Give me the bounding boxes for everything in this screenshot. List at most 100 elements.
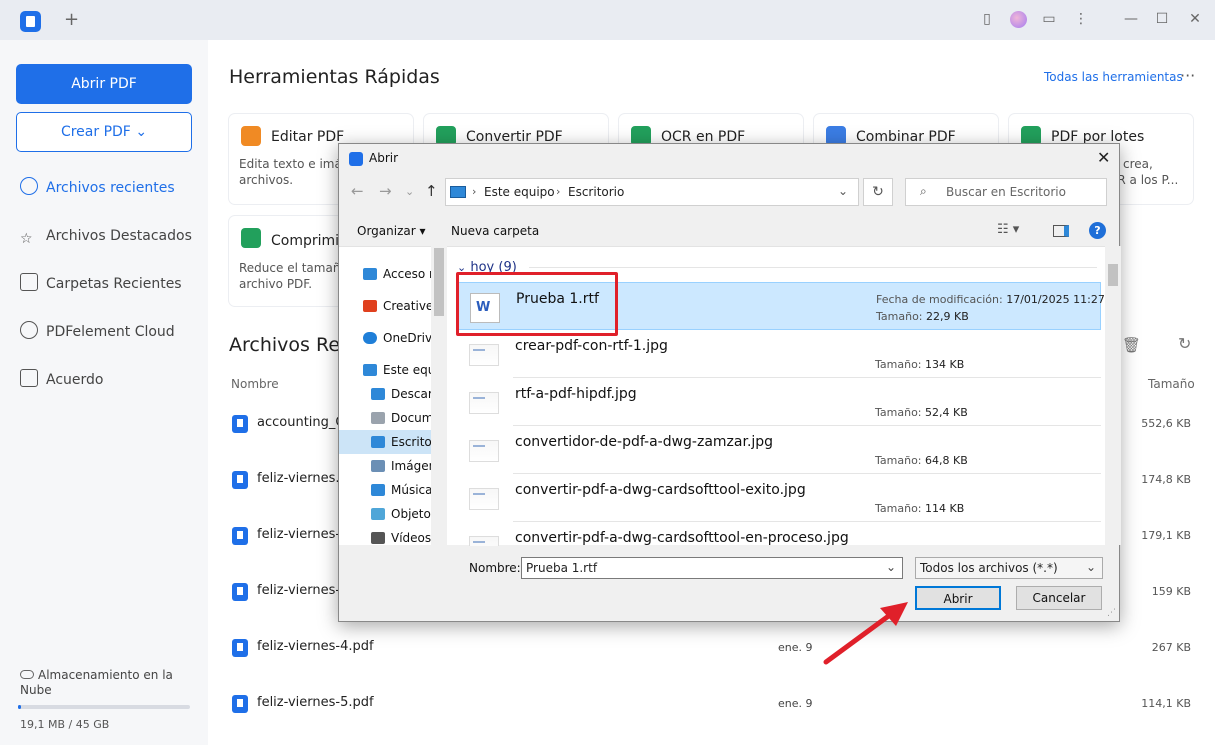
dialog-title: Abrir <box>369 151 399 165</box>
nav-item-desktop[interactable]: Escritori <box>339 430 431 454</box>
column-header-size[interactable]: Tamaño <box>1148 377 1195 391</box>
more-options-icon[interactable]: ··· <box>1180 66 1195 85</box>
file-name: convertidor-de-pdf-a-dwg-zamzar.jpg <box>515 434 774 450</box>
address-dropdown-icon[interactable]: ⌄ <box>838 184 848 198</box>
sidebar-item-cloud[interactable]: PDFelement Cloud <box>20 320 200 344</box>
nav-item-videos[interactable]: Vídeos <box>339 526 431 546</box>
sidebar-item-starred[interactable]: ☆ Archivos Destacados <box>20 224 200 248</box>
nav-item-this-pc[interactable]: Este equ <box>339 358 431 382</box>
prop-value: 22,9 KB <box>926 310 969 323</box>
pdf-file-icon <box>232 639 248 657</box>
tool-card-desc: archivo PDF. <box>239 277 313 291</box>
file-size: 174,8 KB <box>1141 473 1191 486</box>
open-pdf-button[interactable]: Abrir PDF <box>16 64 192 104</box>
search-input[interactable]: ⌕ Buscar en Escritorio <box>905 178 1107 206</box>
organize-label: Organizar <box>357 224 416 238</box>
prop-value: 17/01/2025 11:27 <box>1006 293 1105 306</box>
file-name: convertir-pdf-a-dwg-cardsofttool-en-proc… <box>515 530 849 546</box>
close-window-button[interactable]: ✕ <box>1186 10 1204 28</box>
breadcrumb-item[interactable]: Escritorio <box>568 185 624 199</box>
minimize-button[interactable]: — <box>1122 10 1140 28</box>
navigation-pane: Acceso r Creative OneDrive Este equ Desc… <box>339 246 431 545</box>
star-icon: ☆ <box>20 231 33 247</box>
cancel-button[interactable]: Cancelar <box>1016 586 1102 610</box>
file-list-scrollbar-thumb[interactable] <box>1108 264 1118 286</box>
dialog-close-button[interactable]: ✕ <box>1097 148 1110 167</box>
recent-locations-icon[interactable]: ⌄ <box>405 185 414 198</box>
avatar[interactable] <box>1010 11 1027 28</box>
file-size: Tamaño: 64,8 KB <box>875 454 968 467</box>
refresh-icon[interactable]: ↻ <box>1178 334 1191 353</box>
list-item[interactable]: convertir-pdf-a-dwg-cardsofttool-exito.j… <box>457 474 1101 522</box>
nav-item-3d-objects[interactable]: Objeto <box>339 502 431 526</box>
table-row[interactable]: feliz-viernes-4.pdf ene. 9 267 KB <box>229 633 1199 663</box>
maximize-button[interactable]: ☐ <box>1153 10 1171 28</box>
tool-card-desc: Reduce el tamaño <box>239 261 348 275</box>
nav-item-music[interactable]: Música <box>339 478 431 502</box>
table-row[interactable]: feliz-viernes-5.pdf ene. 9 114,1 KB <box>229 689 1199 719</box>
list-item[interactable]: rtf-a-pdf-hipdf.jpg Tamaño: 52,4 KB <box>457 378 1101 426</box>
view-options-icon[interactable]: ☷ ▾ <box>997 222 1019 237</box>
cloud-storage-text: Almacenamiento en la Nube <box>20 668 173 697</box>
nav-label: Escritori <box>391 435 431 449</box>
nav-label: Descarg <box>391 387 431 401</box>
computer-icon <box>450 186 466 198</box>
search-icon: ⌕ <box>920 184 927 198</box>
file-list-scrollbar[interactable] <box>1105 246 1121 545</box>
sidebar-item-agreement[interactable]: Acuerdo <box>20 368 200 392</box>
nav-item-creative[interactable]: Creative <box>339 294 431 318</box>
file-name: feliz-viernes-3 <box>257 583 349 598</box>
filename-input[interactable]: Prueba 1.rtf ⌄ <box>521 557 903 579</box>
sidebar-item-folders[interactable]: Carpetas Recientes <box>20 272 200 296</box>
documents-icon <box>371 412 385 424</box>
notebook-icon[interactable]: ▯ <box>978 10 996 28</box>
app-logo-icon[interactable] <box>20 11 41 32</box>
nav-item-downloads[interactable]: Descarg <box>339 382 431 406</box>
list-item[interactable]: crear-pdf-con-rtf-1.jpg Tamaño: 134 KB <box>457 330 1101 378</box>
image-thumbnail-icon <box>469 488 499 510</box>
file-name: feliz-viernes-4.pdf <box>257 639 374 654</box>
address-bar[interactable]: › Este equipo › Escritorio ⌄ <box>445 178 859 206</box>
preview-pane-icon[interactable] <box>1053 225 1069 237</box>
list-item[interactable]: convertir-pdf-a-dwg-cardsofttool-en-proc… <box>457 522 1101 546</box>
forward-arrow-icon[interactable]: → <box>379 182 392 200</box>
filename-label: Nombre: <box>469 561 521 575</box>
nav-item-onedrive[interactable]: OneDrive <box>339 326 431 350</box>
file-date: ene. 9 <box>778 641 813 654</box>
sidebar-item-label: Archivos Destacados <box>46 228 192 244</box>
chat-icon[interactable]: ▭ <box>1040 10 1058 28</box>
chevron-down-icon[interactable]: ⌄ <box>886 560 896 574</box>
storage-bar <box>18 705 190 709</box>
nav-label: Acceso r <box>383 267 431 281</box>
up-arrow-icon[interactable]: ↑ <box>425 182 438 200</box>
pdf-file-icon <box>232 415 248 433</box>
organize-button[interactable]: Organizar ▾ <box>357 224 426 238</box>
menu-dots-icon[interactable]: ⋮ <box>1072 10 1090 28</box>
nav-item-documents[interactable]: Docum <box>339 406 431 430</box>
trash-icon[interactable]: 🗑 <box>1122 336 1141 354</box>
quick-tools-title: Herramientas Rápidas <box>229 66 440 88</box>
resize-grip-icon[interactable]: ⋰ <box>1107 608 1116 618</box>
column-header-name[interactable]: Nombre <box>231 377 279 391</box>
sidebar-item-recent[interactable]: Archivos recientes <box>20 176 200 200</box>
tool-card-title: Comprimir <box>271 233 345 249</box>
nav-item-quick-access[interactable]: Acceso r <box>339 262 431 286</box>
new-folder-button[interactable]: Nueva carpeta <box>451 224 539 238</box>
sidebar-item-label: PDFelement Cloud <box>46 324 175 340</box>
file-name: feliz-viernes.p <box>257 471 348 486</box>
breadcrumb-item[interactable]: Este equipo <box>484 185 555 199</box>
nav-scrollbar-thumb[interactable] <box>434 248 444 316</box>
file-name: accounting_C <box>257 415 345 430</box>
create-pdf-button[interactable]: Crear PDF ⌄ <box>16 112 192 152</box>
open-button[interactable]: Abrir <box>915 586 1001 610</box>
nav-item-pictures[interactable]: Imágen <box>339 454 431 478</box>
back-arrow-icon[interactable]: ← <box>351 182 364 200</box>
pointer-arrow-annotation <box>823 602 908 665</box>
file-type-select[interactable]: Todos los archivos (*.*) ⌄ <box>915 557 1103 579</box>
list-item[interactable]: convertidor-de-pdf-a-dwg-zamzar.jpg Tama… <box>457 426 1101 474</box>
help-icon[interactable]: ? <box>1089 222 1106 239</box>
file-size: 159 KB <box>1151 585 1191 598</box>
refresh-button[interactable]: ↻ <box>863 178 893 206</box>
all-tools-link[interactable]: Todas las herramientas <box>1044 70 1183 84</box>
new-tab-button[interactable]: + <box>64 9 79 30</box>
